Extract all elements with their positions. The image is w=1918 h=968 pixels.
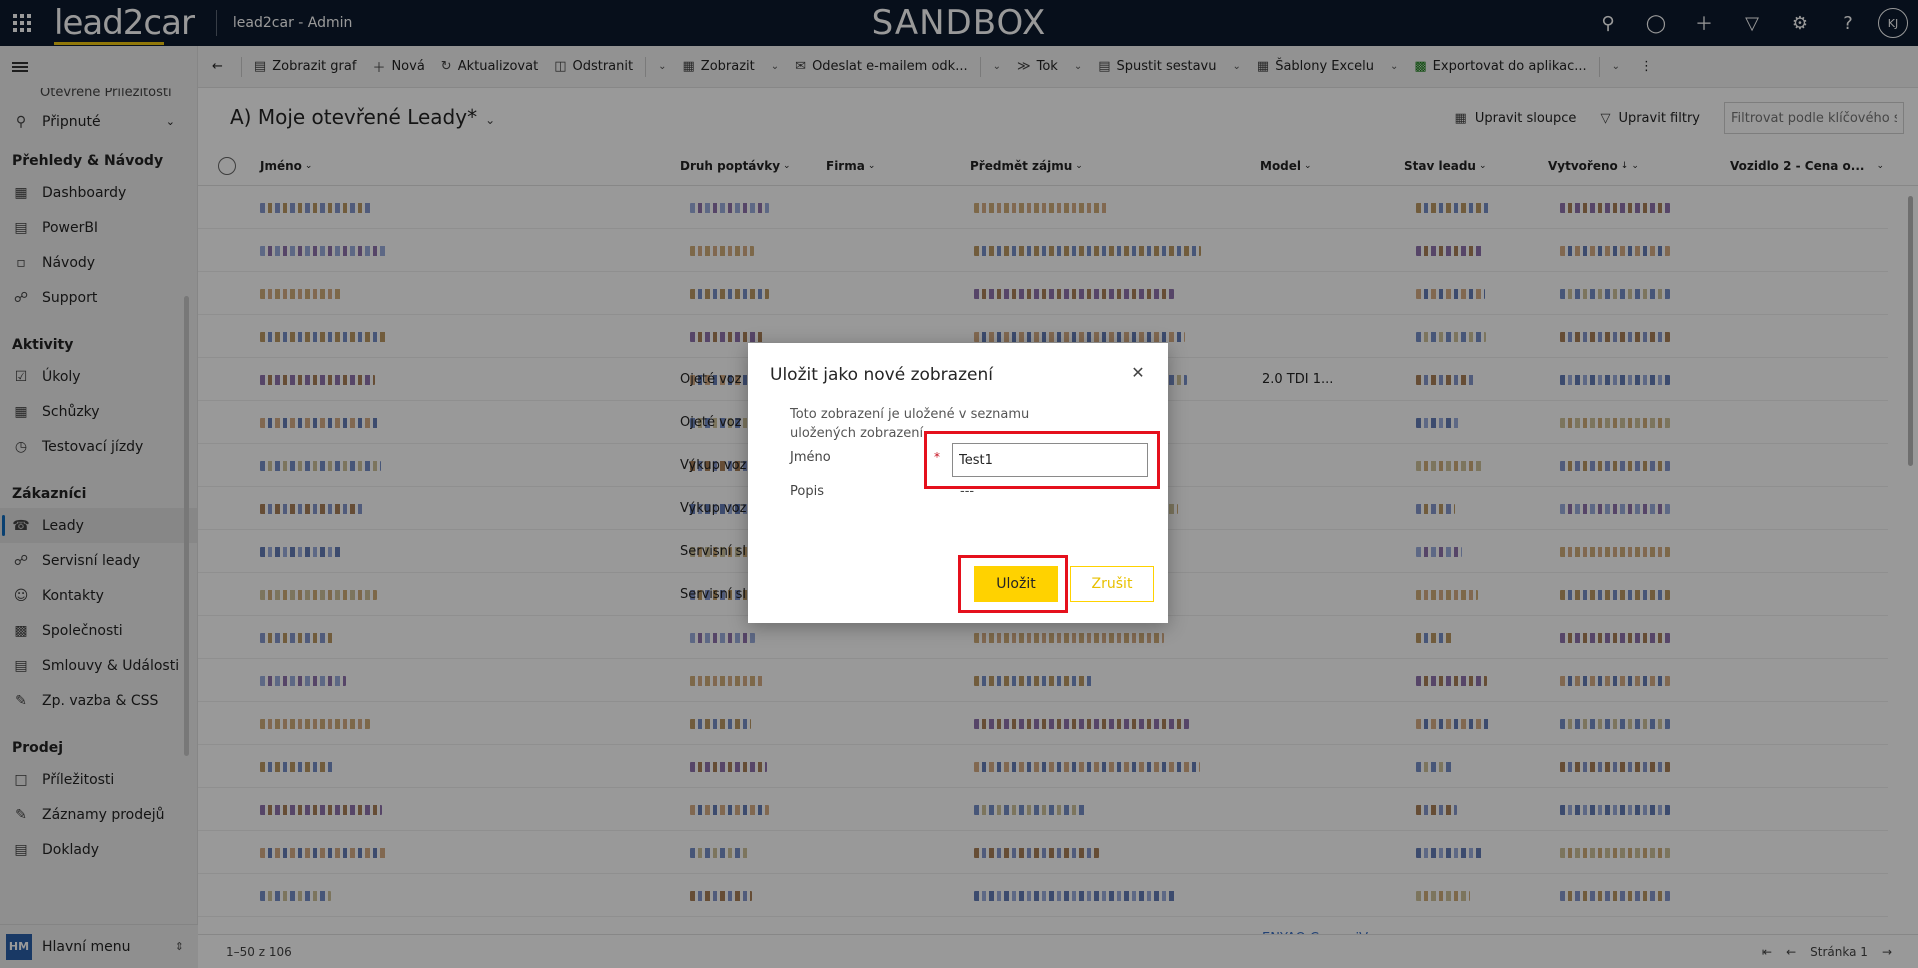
description-value[interactable]: --- <box>960 484 974 499</box>
save-button[interactable]: Uložit <box>974 566 1058 602</box>
description-label: Popis <box>790 484 824 499</box>
cancel-button[interactable]: Zrušit <box>1070 566 1154 602</box>
name-label: Jméno <box>790 450 831 465</box>
dialog-title: Uložit jako nové zobrazení <box>770 365 993 385</box>
save-view-dialog: Uložit jako nové zobrazení ✕ Toto zobraz… <box>748 343 1168 623</box>
close-icon[interactable]: ✕ <box>1128 363 1148 383</box>
view-name-input[interactable] <box>952 443 1148 477</box>
